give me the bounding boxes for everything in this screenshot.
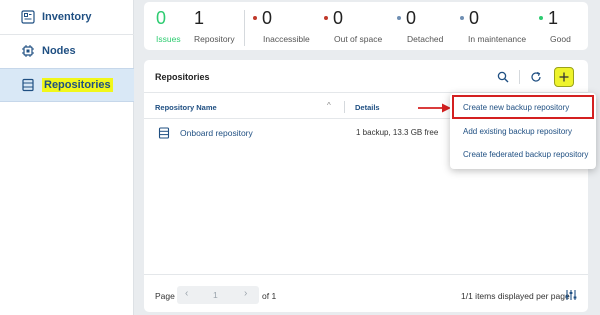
page-count: of 1 bbox=[262, 291, 277, 301]
add-repository-menu: Create new backup repository Add existin… bbox=[450, 93, 596, 169]
stat-value: 0 bbox=[333, 8, 344, 28]
sidebar-item-label: Repositories bbox=[42, 78, 113, 92]
stat-value: 0 bbox=[469, 8, 480, 28]
sidebar-item-inventory[interactable]: Inventory bbox=[0, 0, 134, 34]
menu-item-create-federated-backup-repository[interactable]: Create federated backup repository bbox=[450, 143, 596, 165]
add-button[interactable] bbox=[554, 67, 574, 87]
search-button[interactable] bbox=[494, 68, 512, 86]
repository-name-link[interactable]: Onboard repository bbox=[180, 128, 253, 138]
plus-icon bbox=[559, 72, 569, 82]
repository-details: 1 backup, 13.3 GB free bbox=[356, 128, 439, 137]
column-header-repository-name[interactable]: Repository Name bbox=[155, 103, 217, 112]
stat-value: 1 bbox=[548, 8, 559, 28]
status-dot bbox=[460, 16, 464, 21]
column-header-details[interactable]: Details bbox=[355, 103, 380, 112]
status-dot bbox=[324, 16, 328, 21]
pagination-control: ‹ 1 › bbox=[177, 286, 259, 304]
status-dot bbox=[397, 16, 401, 21]
nodes-icon bbox=[22, 45, 34, 57]
stat-value: 0 bbox=[406, 8, 417, 28]
stat-label: Out of space bbox=[334, 34, 383, 44]
stat-label: In maintenance bbox=[468, 34, 527, 44]
sidebar-item-repositories[interactable]: Repositories bbox=[0, 68, 134, 102]
search-icon bbox=[497, 71, 509, 83]
status-dot bbox=[539, 16, 543, 21]
stat-value: 0 bbox=[156, 8, 167, 28]
refresh-icon bbox=[531, 71, 541, 82]
menu-item-add-existing-backup-repository[interactable]: Add existing backup repository bbox=[450, 120, 596, 142]
repositories-icon bbox=[22, 78, 34, 92]
stat-label: Good bbox=[550, 34, 571, 44]
column-settings-icon[interactable] bbox=[564, 288, 578, 302]
sidebar-item-label: Nodes bbox=[42, 45, 76, 57]
footer-divider bbox=[144, 274, 588, 275]
column-divider bbox=[344, 101, 345, 113]
previous-page-icon[interactable]: ‹ bbox=[185, 288, 188, 299]
stat-label: Repository bbox=[194, 34, 235, 44]
next-page-icon[interactable]: › bbox=[244, 288, 247, 299]
current-page-input[interactable]: 1 bbox=[213, 290, 218, 300]
inventory-icon bbox=[21, 10, 35, 24]
items-per-page-label: 1/1 items displayed per page bbox=[461, 291, 570, 301]
sidebar-item-nodes[interactable]: Nodes bbox=[0, 34, 134, 68]
stat-value: 1 bbox=[194, 8, 205, 28]
sidebar-item-label: Inventory bbox=[42, 11, 92, 23]
repository-icon bbox=[158, 127, 170, 139]
stat-label: Detached bbox=[407, 34, 444, 44]
toolbar-divider bbox=[519, 70, 520, 84]
panel-title: Repositories bbox=[155, 72, 210, 82]
sort-caret-icon[interactable]: ^ bbox=[327, 101, 331, 110]
stat-label: Issues bbox=[156, 34, 181, 44]
menu-item-create-new-backup-repository[interactable]: Create new backup repository bbox=[452, 95, 594, 119]
status-dot bbox=[253, 16, 257, 21]
status-summary: 0 Issues 1 Repository 0 Inaccessible 0 O… bbox=[144, 2, 588, 50]
stat-label: Inaccessible bbox=[263, 34, 310, 44]
sidebar: Inventory Nodes Repositories bbox=[0, 0, 134, 315]
refresh-button[interactable] bbox=[527, 68, 545, 86]
annotation-arrow-icon bbox=[418, 103, 451, 113]
page-label: Page bbox=[155, 291, 175, 301]
stat-value: 0 bbox=[262, 8, 273, 28]
stats-divider bbox=[244, 10, 245, 46]
